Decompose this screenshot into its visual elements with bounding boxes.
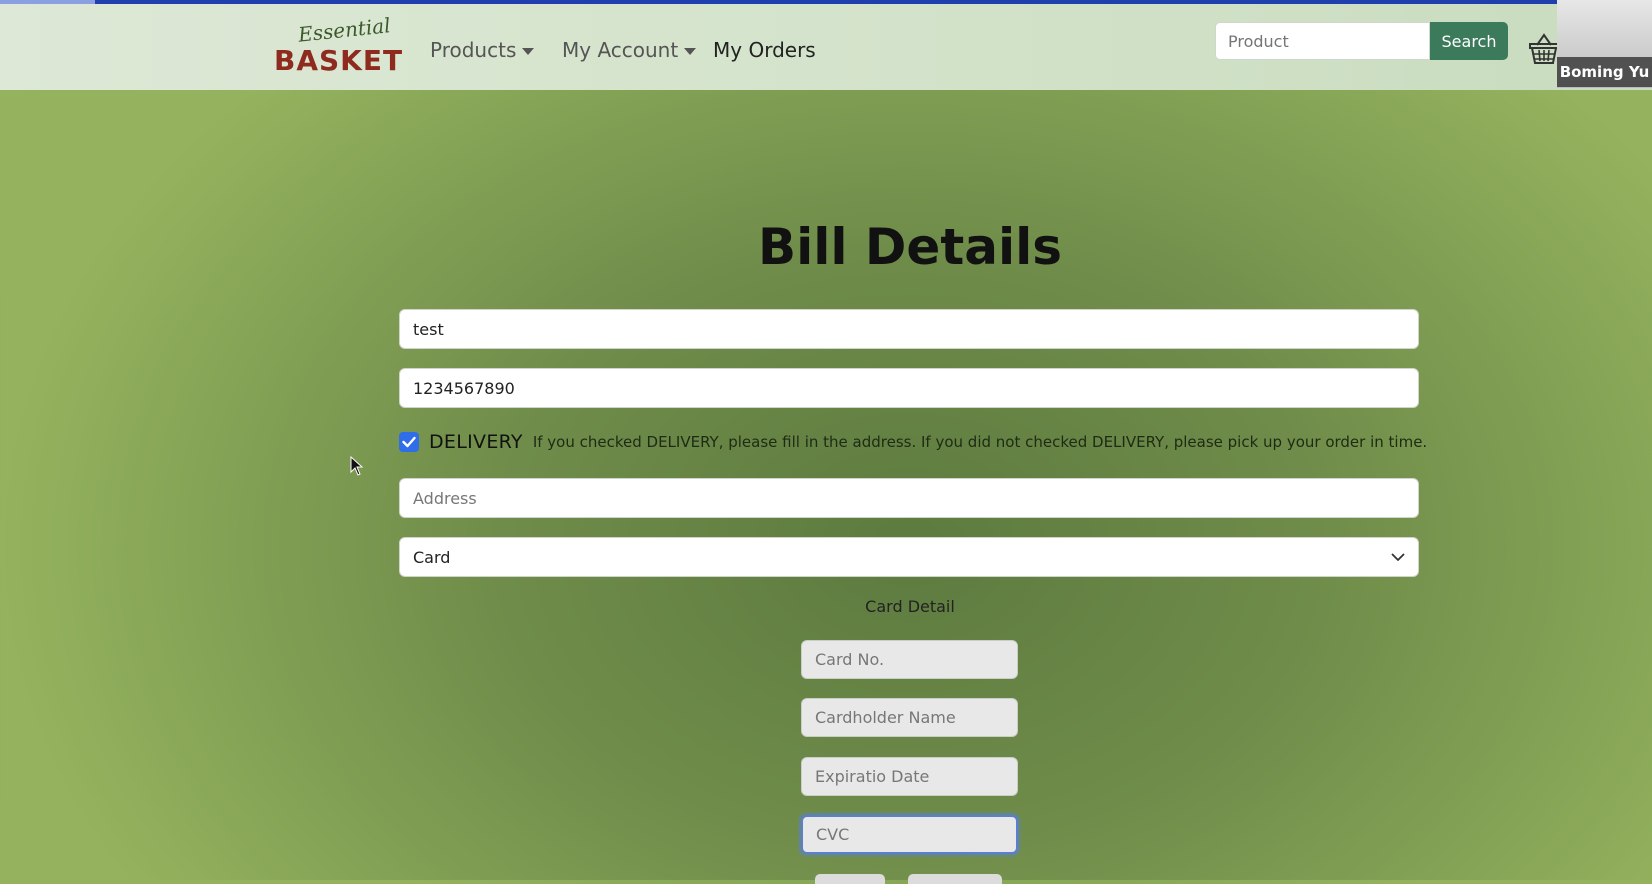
nav-my-orders-link[interactable]: My Orders (713, 38, 816, 62)
chevron-down-icon (1391, 553, 1405, 561)
basket-icon[interactable] (1528, 32, 1560, 66)
cancel-button-partial[interactable] (908, 874, 1002, 884)
page-title: Bill Details (757, 218, 1063, 276)
delivery-label: DELIVERY (429, 431, 523, 453)
payment-method-select[interactable]: Card (399, 537, 1419, 577)
chevron-down-icon (684, 47, 697, 55)
expiration-date-field[interactable] (801, 757, 1018, 796)
check-icon (402, 436, 416, 448)
logo[interactable]: Essential BASKET (272, 13, 402, 77)
nav-my-account-dropdown[interactable]: My Account (562, 38, 697, 62)
logo-script-text: Essential (296, 13, 392, 47)
logo-brand-text: BASKET (274, 44, 404, 77)
delivery-note: If you checked DELIVERY, please fill in … (532, 433, 1428, 451)
name-field[interactable] (399, 309, 1419, 349)
mouse-pointer-icon (350, 456, 364, 476)
search-button[interactable]: Search (1430, 22, 1508, 60)
video-participant-name: Boming Yu (1557, 57, 1652, 87)
nav-products-label: Products (430, 38, 517, 62)
submit-button-partial[interactable] (815, 874, 885, 884)
card-detail-heading: Card Detail (865, 597, 955, 616)
phone-field[interactable] (399, 368, 1419, 408)
nav-my-account-label: My Account (562, 38, 679, 62)
nav-my-orders-label: My Orders (713, 38, 816, 62)
chevron-down-icon (522, 47, 535, 55)
address-field[interactable] (399, 478, 1419, 518)
nav-products-dropdown[interactable]: Products (430, 38, 535, 62)
card-number-field[interactable] (801, 640, 1018, 679)
payment-method-value: Card (413, 547, 451, 567)
search-input[interactable] (1215, 22, 1430, 60)
delivery-checkbox[interactable] (399, 432, 419, 452)
cvc-field[interactable] (801, 815, 1018, 854)
navbar: Essential BASKET Products My Account My … (0, 4, 1652, 90)
cardholder-name-field[interactable] (801, 698, 1018, 737)
delivery-row: DELIVERY If you checked DELIVERY, please… (399, 428, 1427, 456)
